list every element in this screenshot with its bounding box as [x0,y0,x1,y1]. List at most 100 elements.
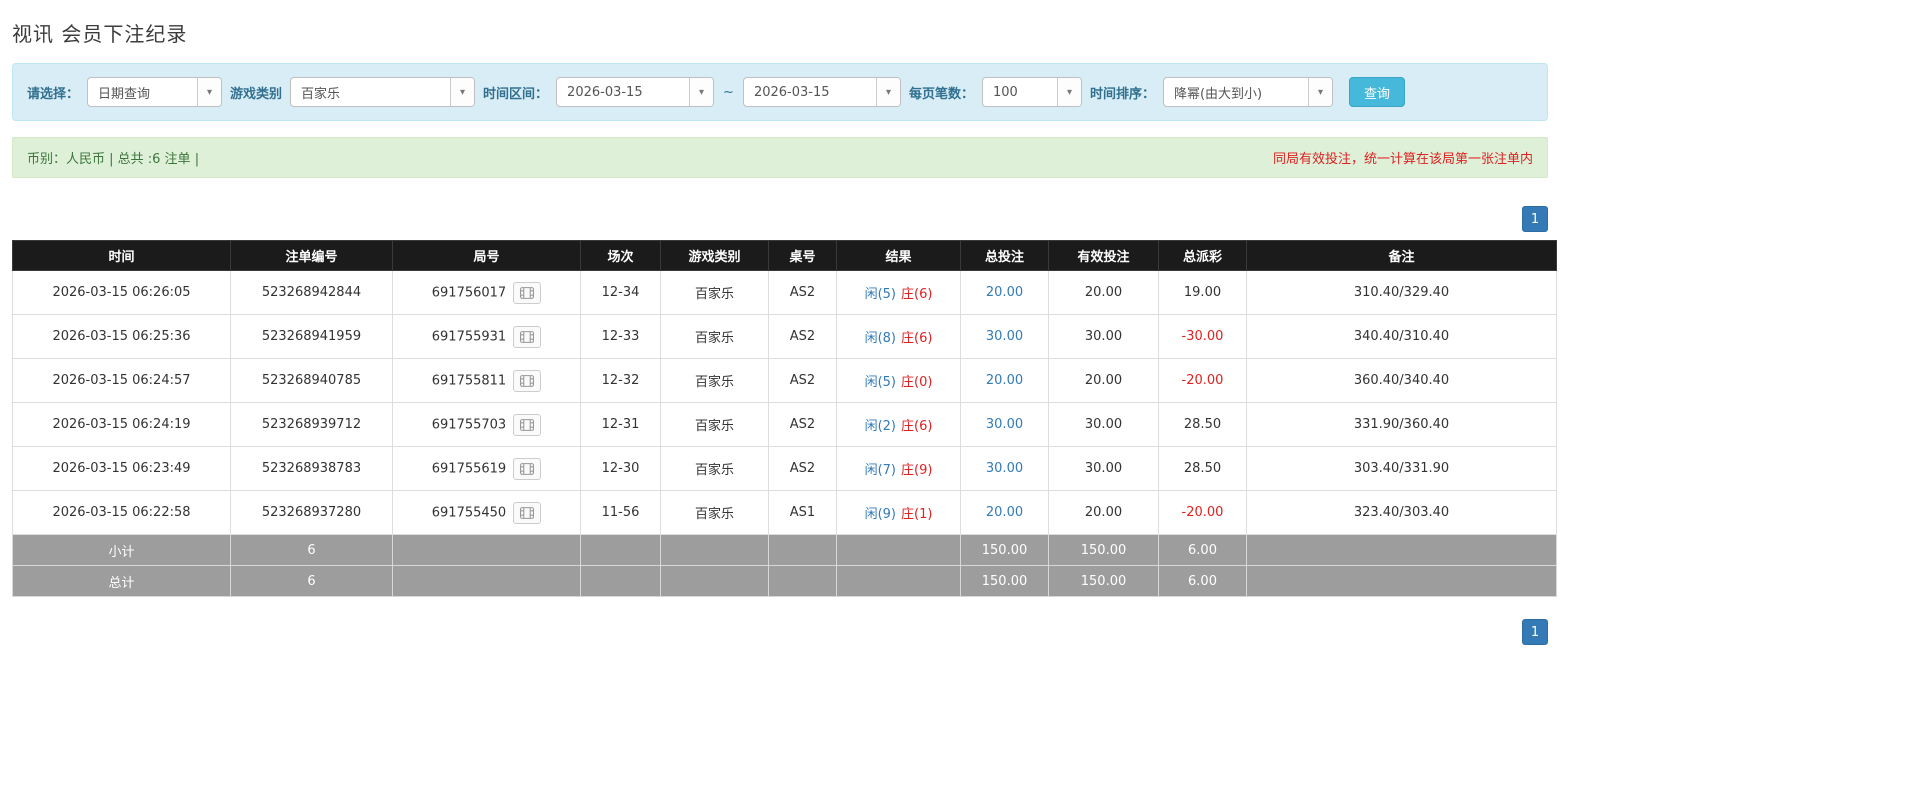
cell-table-no: AS2 [768,446,837,491]
cell-note: 310.40/329.40 [1246,270,1557,315]
game-type-select[interactable]: 百家乐 ▾ [290,77,476,107]
total-bet-link[interactable]: 30.00 [986,461,1023,476]
cell-result: 闲(9) 庄(1) [836,490,961,535]
result-player: 闲(5) [864,287,896,302]
query-type-label: 请选择： [27,86,80,102]
chevron-down-icon: ▾ [689,78,714,106]
cell-valid-bet: 20.00 [1048,270,1159,315]
cell-round-id: 691755811 [392,358,581,403]
round-id-text: 691755811 [431,373,507,388]
summary-empty-cell [580,534,661,566]
video-replay-icon[interactable] [513,501,542,524]
cell-game-type: 百家乐 [660,402,769,447]
cell-game-type: 百家乐 [660,490,769,535]
result-banker: 庄(9) [901,463,933,478]
summary-empty-cell [836,565,961,597]
summary-valid-bet: 150.00 [1048,534,1159,566]
total-bet-link[interactable]: 30.00 [986,329,1023,344]
table-row: 2026-03-15 06:24:19 523268939712 6917557… [12,402,1557,447]
cell-note: 323.40/303.40 [1246,490,1557,535]
summary-total-bet: 150.00 [960,565,1049,597]
summary-payout: 6.00 [1158,534,1247,566]
summary-count: 6 [230,534,393,566]
table-row: 2026-03-15 06:24:57 523268940785 6917558… [12,358,1557,403]
cell-bet-id: 523268942844 [230,270,393,315]
summary-currency-text: 币别：人民币 | 总共 :6 注单 | [27,152,200,167]
pagination-page-1[interactable]: 1 [1522,206,1548,232]
cell-bet-id: 523268939712 [230,402,393,447]
game-type-value: 百家乐 [301,86,341,102]
cell-note: 303.40/331.90 [1246,446,1557,491]
video-replay-icon[interactable] [513,413,542,436]
date-to-select[interactable]: 2026-03-15 ▾ [742,77,901,107]
cell-valid-bet: 20.00 [1048,358,1159,403]
pagination-page-1[interactable]: 1 [1522,619,1548,645]
result-player: 闲(9) [864,507,896,522]
column-header: 总投注 [960,240,1049,271]
cell-result: 闲(5) 庄(0) [836,358,961,403]
column-header: 有效投注 [1048,240,1159,271]
cell-time: 2026-03-15 06:23:49 [12,446,231,491]
cell-game-type: 百家乐 [660,358,769,403]
cell-time: 2026-03-15 06:26:05 [12,270,231,315]
cell-round-id: 691755703 [392,402,581,447]
round-id-text: 691755619 [431,461,507,476]
result-banker: 庄(0) [901,375,933,390]
video-replay-icon[interactable] [513,281,542,304]
search-button[interactable]: 查询 [1348,77,1405,107]
cell-valid-bet: 30.00 [1048,314,1159,359]
cell-result: 闲(5) 庄(6) [836,270,961,315]
cell-time: 2026-03-15 06:25:36 [12,314,231,359]
total-bet-link[interactable]: 20.00 [986,285,1023,300]
total-bet-link[interactable]: 20.00 [986,373,1023,388]
chevron-down-icon: ▾ [197,78,222,106]
cell-total-bet: 30.00 [960,314,1049,359]
cell-table-no: AS2 [768,358,837,403]
cell-session: 12-32 [580,358,661,403]
cell-time: 2026-03-15 06:24:57 [12,358,231,403]
cell-note: 360.40/340.40 [1246,358,1557,403]
total-bet-link[interactable]: 30.00 [986,417,1023,432]
cell-bet-id: 523268937280 [230,490,393,535]
result-player: 闲(8) [864,331,896,346]
cell-bet-id: 523268940785 [230,358,393,403]
summary-empty-cell [1246,534,1557,566]
summary-payout: 6.00 [1158,565,1247,597]
summary-empty-cell [836,534,961,566]
result-player: 闲(2) [864,419,896,434]
cell-payout: 28.50 [1158,402,1247,447]
date-from-select[interactable]: 2026-03-15 ▾ [556,77,715,107]
cell-time: 2026-03-15 06:24:19 [12,402,231,447]
round-id-text: 691755931 [431,329,507,344]
video-replay-icon[interactable] [513,325,542,348]
column-header: 结果 [836,240,961,271]
result-banker: 庄(6) [901,331,933,346]
filter-panel: 请选择： 日期查询 ▾ 游戏类别 百家乐 ▾ 时间区间： 2026-03-15 … [12,63,1548,121]
chevron-down-icon: ▾ [875,78,900,106]
cell-total-bet: 20.00 [960,270,1049,315]
table-row: 2026-03-15 06:25:36 523268941959 6917559… [12,314,1557,359]
cell-result: 闲(2) 庄(6) [836,402,961,447]
cell-bet-id: 523268941959 [230,314,393,359]
column-header: 备注 [1246,240,1557,271]
time-range-label: 时间区间： [483,86,549,102]
video-replay-icon[interactable] [513,369,542,392]
total-bet-link[interactable]: 20.00 [986,505,1023,520]
sort-value: 降幂(由大到小) [1173,86,1263,102]
cell-table-no: AS2 [768,402,837,447]
page-size-select[interactable]: 100 ▾ [981,77,1082,107]
summary-total-bet: 150.00 [960,534,1049,566]
cell-total-bet: 30.00 [960,402,1049,447]
cell-round-id: 691756017 [392,270,581,315]
column-header: 时间 [12,240,231,271]
table-body: 2026-03-15 06:26:05 523268942844 6917560… [12,270,1557,597]
range-separator: ~ [723,84,734,100]
cell-payout: -20.00 [1158,490,1247,535]
video-replay-icon[interactable] [513,457,542,480]
result-banker: 庄(6) [901,419,933,434]
sort-select[interactable]: 降幂(由大到小) ▾ [1162,77,1333,107]
query-type-select[interactable]: 日期查询 ▾ [87,77,223,107]
summary-empty-cell [660,565,769,597]
summary-label: 总计 [12,565,231,597]
result-banker: 庄(1) [901,507,933,522]
